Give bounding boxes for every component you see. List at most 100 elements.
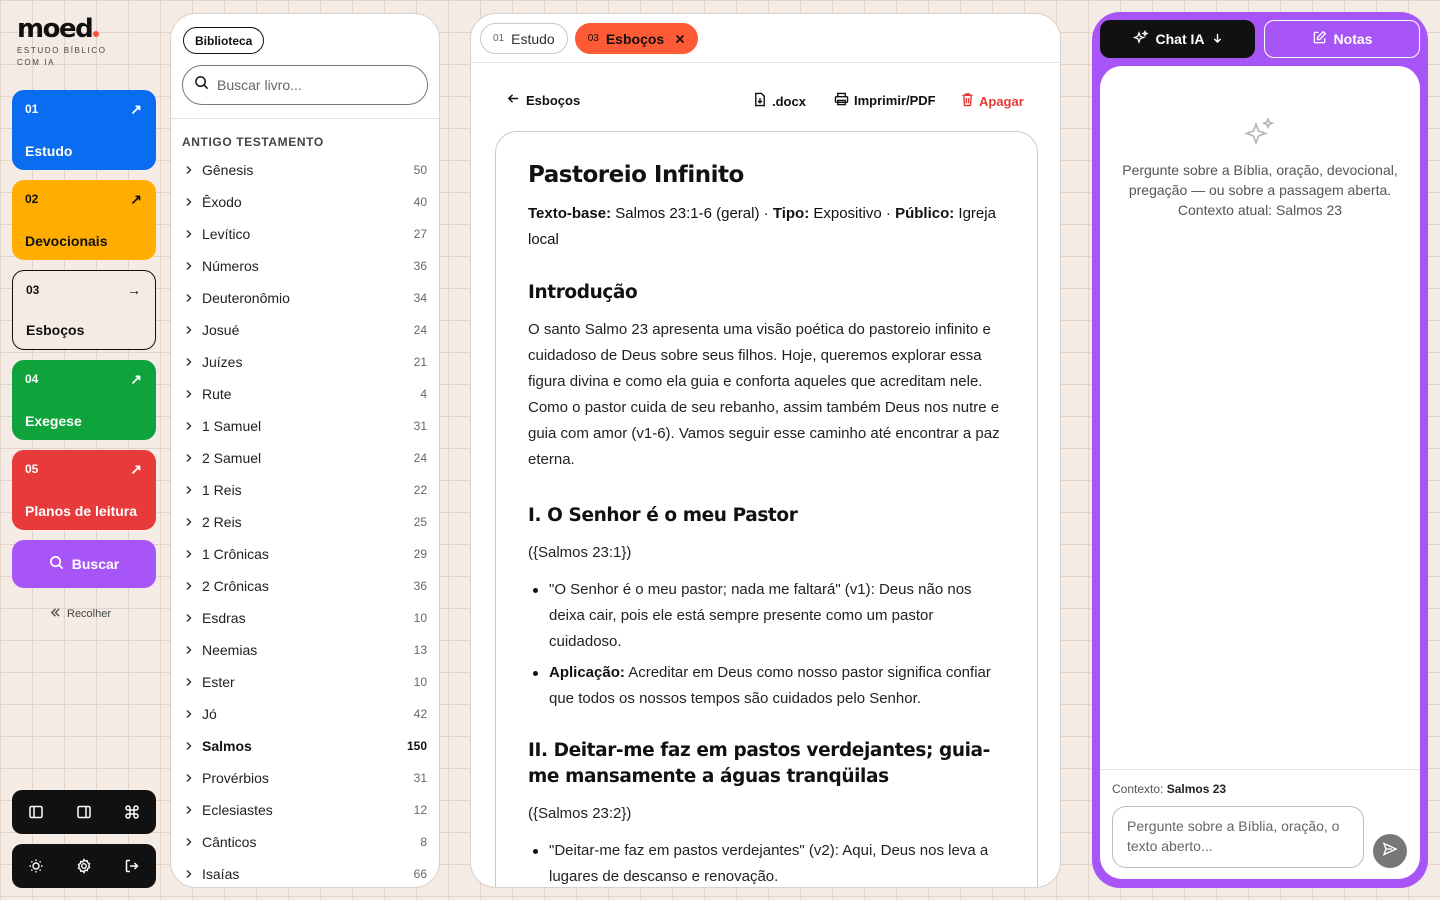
print-button[interactable]: Imprimir/PDF <box>834 92 936 109</box>
nav-card-esbocos[interactable]: 03 → Esboços <box>12 270 156 350</box>
chevron-right-icon <box>185 805 197 815</box>
tab-chat-ia[interactable]: Chat IA <box>1100 20 1255 58</box>
tab-esbocos[interactable]: 03 Esboços <box>574 23 699 54</box>
book-chapter-count: 12 <box>413 803 427 817</box>
nav-card-devocionais[interactable]: 02 ↗ Devocionais <box>12 180 156 260</box>
printer-icon <box>834 92 849 109</box>
book-item[interactable]: Esdras 10 <box>171 602 439 634</box>
collapse-button[interactable]: Recolher <box>50 607 111 621</box>
bullet-item: Aplicação: Acreditar em Deus como nosso … <box>528 660 1005 712</box>
nav-card-number: 02 <box>25 192 39 206</box>
chevron-right-icon <box>185 453 197 463</box>
book-item[interactable]: Jó 42 <box>171 698 439 730</box>
right-panel-toggle-icon[interactable] <box>68 796 100 828</box>
book-item[interactable]: Josué 24 <box>171 314 439 346</box>
back-button[interactable]: Esboços <box>507 92 580 108</box>
book-item[interactable]: 1 Crônicas 29 <box>171 538 439 570</box>
book-item[interactable]: 2 Reis 25 <box>171 506 439 538</box>
book-name: Isaías <box>202 866 240 882</box>
tab-number: 01 <box>493 33 505 44</box>
send-button[interactable] <box>1373 834 1407 868</box>
book-name: Neemias <box>202 642 258 658</box>
book-chapter-count: 31 <box>413 771 427 785</box>
book-item[interactable]: Eclesiastes 12 <box>171 794 439 826</box>
book-item[interactable]: Rute 4 <box>171 378 439 410</box>
book-chapter-count: 150 <box>406 739 427 753</box>
book-item[interactable]: Êxodo 40 <box>171 186 439 218</box>
book-item[interactable]: Provérbios 31 <box>171 762 439 794</box>
book-search-input[interactable] <box>217 77 407 93</box>
meta-base-label: Texto-base: <box>528 205 612 222</box>
tab-notes-label: Notas <box>1333 31 1373 47</box>
book-chapter-count: 8 <box>420 835 427 849</box>
brand-tagline: ESTUDO BÍBLICO COM IA <box>17 46 107 67</box>
bullet-text: "O Senhor é o meu pastor; nada me faltar… <box>549 581 972 650</box>
book-item[interactable]: Levítico 27 <box>171 218 439 250</box>
search-button-label: Buscar <box>71 556 120 572</box>
book-name: Levítico <box>202 226 251 242</box>
delete-button[interactable]: Apagar <box>961 92 1024 110</box>
book-name: Provérbios <box>202 770 269 786</box>
chat-body: Pergunte sobre a Bíblia, oração, devocio… <box>1100 66 1420 879</box>
chat-empty-text: Pergunte sobre a Bíblia, oração, devocio… <box>1122 162 1398 218</box>
search-icon <box>49 555 64 573</box>
close-icon[interactable] <box>675 31 685 47</box>
section-reference: ({Salmos 23:2}) <box>528 805 632 822</box>
book-name: 2 Samuel <box>202 450 262 466</box>
sun-icon[interactable] <box>20 850 52 882</box>
book-item[interactable]: 1 Samuel 31 <box>171 410 439 442</box>
book-item[interactable]: Números 36 <box>171 250 439 282</box>
chat-context-value: Salmos 23 <box>1166 782 1227 796</box>
tab-estudo[interactable]: 01 Estudo <box>480 23 568 54</box>
tab-notas[interactable]: Notas <box>1264 20 1420 58</box>
sparkles-icon <box>1100 116 1420 150</box>
logout-icon[interactable] <box>116 850 148 882</box>
nav-card-number: 03 <box>26 283 40 297</box>
tab-label: Esboços <box>605 30 665 47</box>
nav-card-exegese[interactable]: 04 ↗ Exegese <box>12 360 156 440</box>
book-chapter-count: 31 <box>413 419 427 433</box>
library-pill[interactable]: Biblioteca <box>183 27 265 54</box>
left-panel-toggle-icon[interactable] <box>20 796 52 828</box>
search-button[interactable]: Buscar <box>12 540 156 588</box>
book-chapter-count: 29 <box>413 547 427 561</box>
book-chapter-count: 24 <box>413 323 427 337</box>
book-item[interactable]: Juízes 21 <box>171 346 439 378</box>
book-name: 2 Reis <box>202 514 242 530</box>
chat-input[interactable] <box>1127 816 1349 858</box>
brand-logo[interactable]: moed ESTUDO BÍBLICO COM IA <box>17 14 117 69</box>
file-download-icon <box>753 92 767 110</box>
book-search-box[interactable] <box>182 65 428 105</box>
chat-panel: Chat IA Notas Pergunte sobre a Bíblia, o… <box>1092 12 1428 888</box>
book-item[interactable]: Cânticos 8 <box>171 826 439 858</box>
meta-type-value: Expositivo · <box>809 205 896 222</box>
book-item[interactable]: 1 Reis 22 <box>171 474 439 506</box>
book-name: Josué <box>202 322 240 338</box>
book-chapter-count: 50 <box>413 163 427 177</box>
book-chapter-count: 36 <box>413 259 427 273</box>
book-item[interactable]: Isaías 66 <box>171 858 439 887</box>
command-icon[interactable] <box>116 796 148 828</box>
gear-icon[interactable] <box>68 850 100 882</box>
trash-icon <box>961 92 974 110</box>
book-name: Cânticos <box>202 834 257 850</box>
export-docx-button[interactable]: .docx <box>753 92 806 110</box>
tab-divider <box>471 62 1060 63</box>
book-item[interactable]: 2 Crônicas 36 <box>171 570 439 602</box>
intro-heading: Introdução <box>528 282 638 303</box>
book-name: Deuteronômio <box>202 290 290 306</box>
book-item[interactable]: Salmos 150 <box>171 730 439 762</box>
section-heading: II. Deitar-me faz em pastos verdejantes;… <box>528 740 990 787</box>
nav-card-label: Esboços <box>26 322 85 338</box>
nav-card-estudo[interactable]: 01 ↗ Estudo <box>12 90 156 170</box>
nav-card-number: 04 <box>25 372 39 386</box>
book-item[interactable]: Deuteronômio 34 <box>171 282 439 314</box>
nav-card-planos-de-leitura[interactable]: 05 ↗ Planos de leitura <box>12 450 156 530</box>
book-item[interactable]: Neemias 13 <box>171 634 439 666</box>
book-chapter-count: 24 <box>413 451 427 465</box>
book-name: 1 Crônicas <box>202 546 269 562</box>
book-item[interactable]: 2 Samuel 24 <box>171 442 439 474</box>
book-item[interactable]: Gênesis 50 <box>171 154 439 186</box>
book-item[interactable]: Ester 10 <box>171 666 439 698</box>
chat-input-box[interactable] <box>1112 806 1364 868</box>
